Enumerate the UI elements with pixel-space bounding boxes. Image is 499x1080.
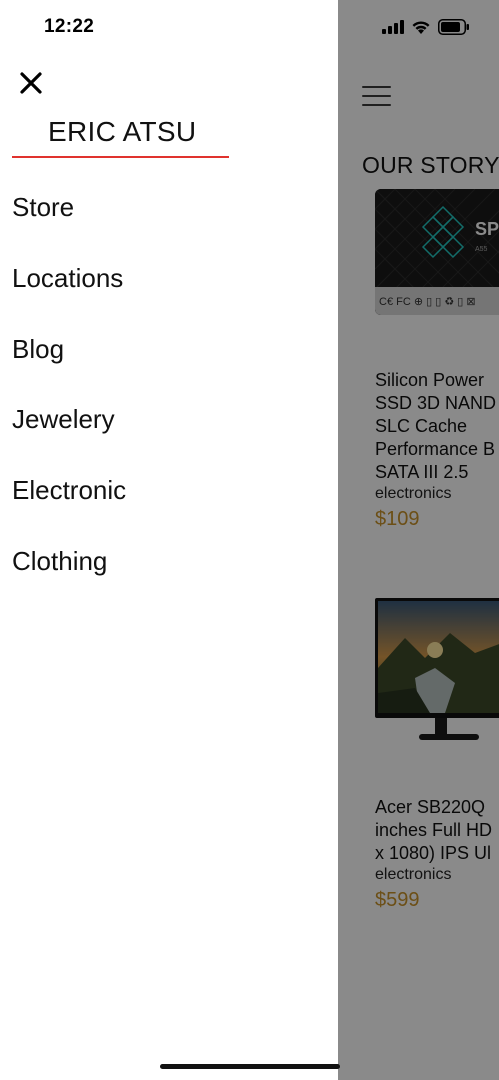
navigation-drawer: 12:22 ERIC ATSU Store Locations Blog Jew…: [0, 0, 338, 1080]
menu-item-blog[interactable]: Blog: [12, 330, 126, 401]
menu-item-locations[interactable]: Locations: [12, 259, 126, 330]
user-name-underline: [12, 156, 229, 158]
menu-item-electronic[interactable]: Electronic: [12, 471, 126, 542]
menu-item-jewelery[interactable]: Jewelery: [12, 400, 126, 471]
close-icon[interactable]: [16, 68, 46, 98]
status-icons: [382, 17, 470, 37]
status-time: 12:22: [44, 16, 95, 37]
menu-item-clothing[interactable]: Clothing: [12, 542, 126, 613]
drawer-menu: Store Locations Blog Jewelery Electronic…: [12, 188, 126, 613]
cellular-signal-icon: [382, 20, 404, 34]
battery-icon: [438, 19, 469, 35]
close-button[interactable]: [16, 68, 46, 98]
home-indicator[interactable]: [160, 1064, 340, 1069]
wifi-icon: [412, 20, 430, 34]
user-name: ERIC ATSU: [48, 116, 197, 147]
menu-item-store[interactable]: Store: [12, 188, 126, 259]
